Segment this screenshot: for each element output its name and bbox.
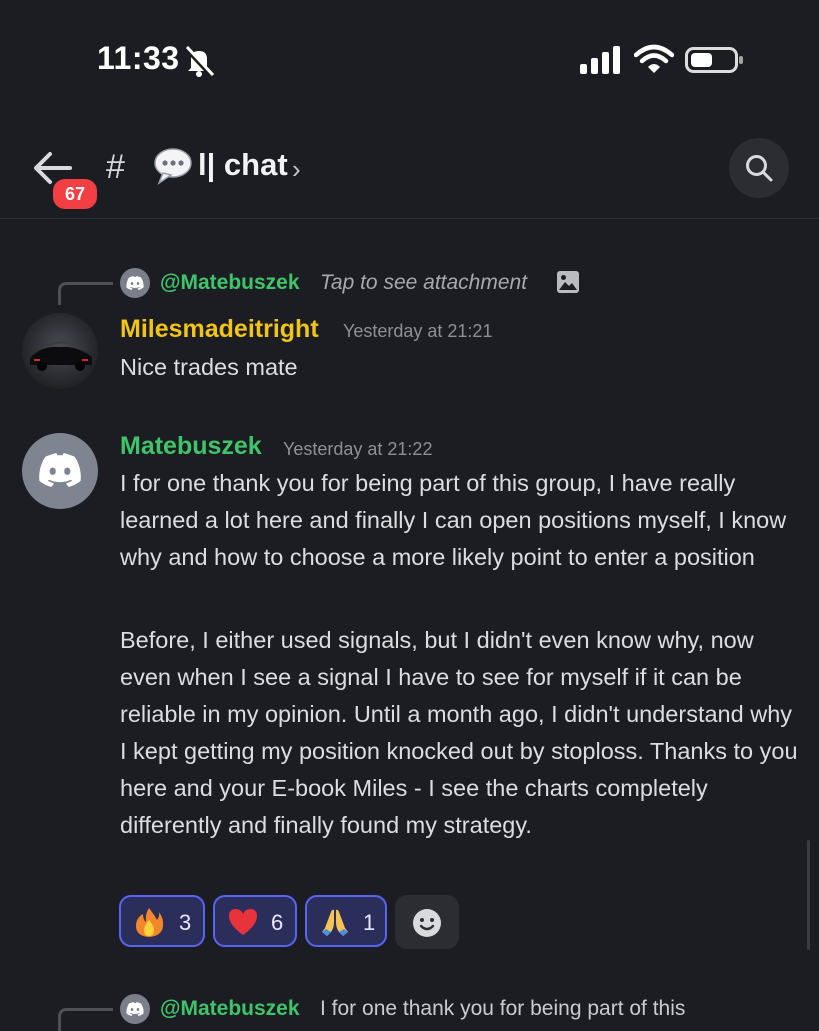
reaction-count: 3 (179, 910, 192, 935)
red-heart-icon (229, 909, 257, 935)
reaction-heart[interactable]: 6 (213, 895, 297, 947)
timestamp: Yesterday at 21:22 (283, 439, 433, 459)
search-icon (746, 155, 773, 182)
signal-icon (580, 46, 620, 74)
image-icon (557, 271, 579, 293)
status-time: 11:33 (97, 40, 180, 76)
chevron-right-icon[interactable]: › (292, 154, 301, 185)
search-button[interactable] (729, 138, 789, 198)
speech-balloon-icon (154, 148, 192, 185)
channel-header: 67 # l| chat › (0, 118, 819, 219)
unread-badge: 67 (50, 176, 100, 212)
discord-logo-icon (39, 453, 81, 487)
discord-logo-icon (126, 1002, 144, 1016)
reply-text[interactable]: Tap to see attachment (320, 271, 527, 295)
channel-name[interactable]: l| chat (198, 147, 288, 183)
bell-slash-icon (184, 45, 215, 78)
reply-connector (58, 1008, 113, 1031)
add-reaction-button[interactable] (395, 895, 459, 949)
reply-connector (58, 282, 113, 305)
message-text: Nice trades mate (120, 354, 298, 380)
message-text: Before, I either used signals, but I did… (120, 627, 798, 838)
reply-username[interactable]: @Matebuszek (160, 271, 300, 295)
reaction-count: 1 (363, 910, 376, 935)
reply-username[interactable]: @Matebuszek (160, 997, 300, 1021)
wifi-icon (634, 44, 674, 73)
folded-hands-icon (322, 909, 348, 936)
reply-avatar (120, 268, 150, 298)
username[interactable]: Milesmadeitright (120, 315, 319, 344)
status-bar: 11:33 (0, 0, 819, 110)
reaction-fire[interactable]: 3 (119, 895, 205, 947)
battery-icon (685, 47, 743, 73)
avatar[interactable] (22, 433, 98, 509)
hash-icon: # (106, 148, 125, 186)
reaction-pray[interactable]: 1 (305, 895, 387, 947)
smiley-add-icon (413, 909, 441, 937)
reaction-count: 6 (271, 910, 284, 935)
timestamp: Yesterday at 21:21 (343, 321, 493, 341)
car-image (30, 341, 92, 371)
avatar[interactable] (22, 313, 98, 389)
fire-icon (136, 908, 164, 937)
message-text: I for one thank you for being part of th… (120, 470, 787, 570)
username[interactable]: Matebuszek (120, 432, 262, 461)
reply-text[interactable]: I for one thank you for being part of th… (320, 997, 685, 1021)
reply-avatar (120, 994, 150, 1024)
scrollbar[interactable] (807, 840, 810, 950)
discord-logo-icon (126, 276, 144, 290)
